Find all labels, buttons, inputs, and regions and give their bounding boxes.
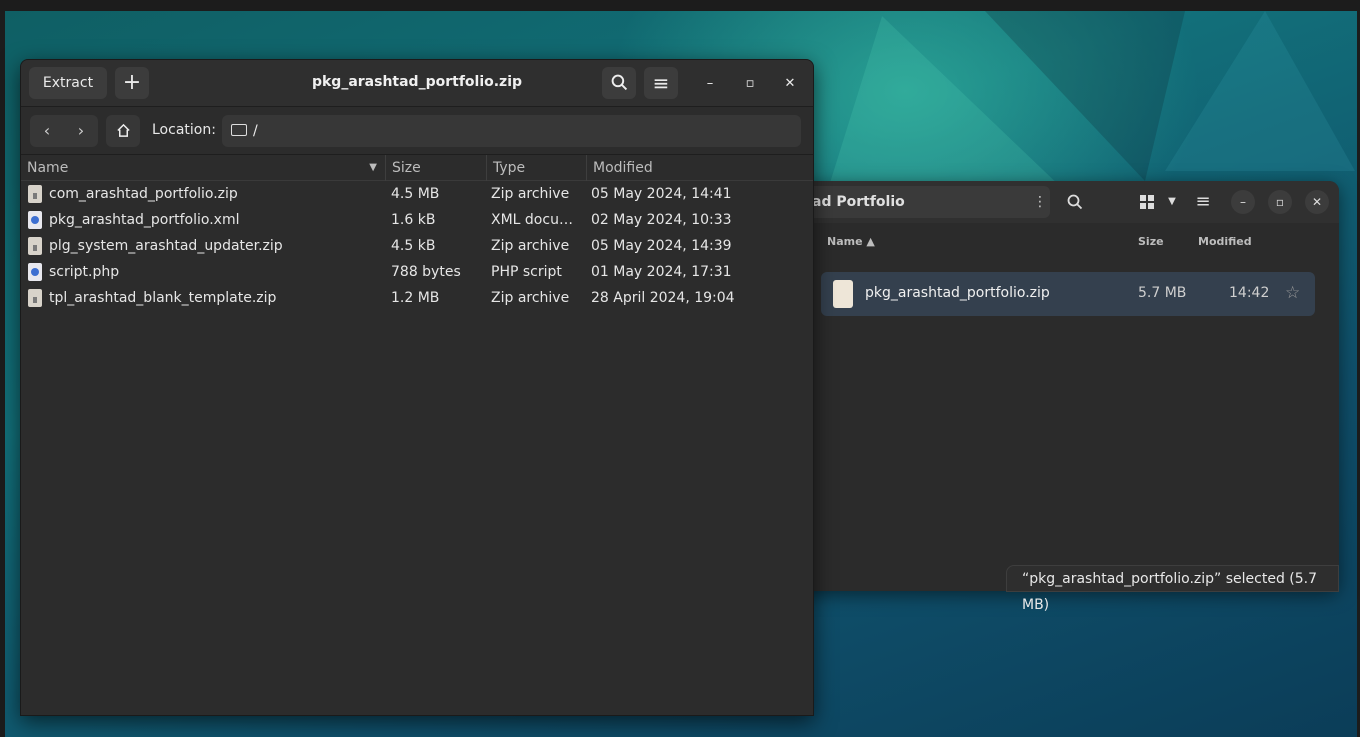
selection-status: “pkg_arashtad_portfolio.zip” selected (5… <box>1006 565 1339 613</box>
sort-desc-icon: ▼ <box>369 162 377 173</box>
home-icon[interactable] <box>106 115 140 147</box>
col-size[interactable]: Size <box>386 155 487 181</box>
table-row[interactable]: pkg_arashtad_portfolio.xml 1.6 kB XML docu… <box>21 207 813 233</box>
file-type: Zip archive <box>491 186 570 202</box>
headerbar: Extract + pkg_arashtad_portfolio.zip ≡ –… <box>21 60 813 107</box>
file-modified: 14:42 <box>1229 285 1270 301</box>
file-size: 5.7 MB <box>1138 285 1187 301</box>
php-file-icon <box>28 263 42 281</box>
minimize-icon[interactable]: – <box>698 72 722 96</box>
back-icon[interactable]: ‹ <box>30 115 64 147</box>
zip-file-icon <box>28 289 42 307</box>
table-header: Name ▼ Size Type Modified <box>21 155 813 181</box>
maximize-icon[interactable]: ▫ <box>1268 190 1292 214</box>
col-name[interactable]: Name ▲ <box>827 235 875 248</box>
minimize-icon[interactable]: – <box>1231 190 1255 214</box>
wallpaper-shape <box>985 11 1185 181</box>
files-headerbar: ad Portfolio ⋮ ▼ ≡ – ▫ ✕ <box>790 181 1339 223</box>
file-size: 4.5 MB <box>391 186 440 202</box>
location-bar: ‹ › Location: / <box>21 107 813 155</box>
file-name: com_arashtad_portfolio.zip <box>49 186 238 202</box>
file-list: com_arashtad_portfolio.zip 4.5 MB Zip arch… <box>21 181 813 311</box>
files-column-header: Name ▲ Size Modified <box>790 223 1339 257</box>
xml-file-icon <box>28 211 42 229</box>
maximize-icon[interactable]: ▫ <box>738 72 762 96</box>
path-current-folder: ad Portfolio <box>812 194 905 210</box>
menu-icon[interactable]: ≡ <box>644 67 678 99</box>
file-size: 1.2 MB <box>391 290 440 306</box>
file-modified: 05 May 2024, 14:39 <box>591 238 732 254</box>
zip-file-icon <box>833 280 853 308</box>
list-item-selected[interactable]: pkg_arashtad_portfolio.zip 5.7 MB 14:42 … <box>821 272 1315 316</box>
file-size: 788 bytes <box>391 264 461 280</box>
table-row[interactable]: plg_system_arashtad_updater.zip 4.5 kB Zip… <box>21 233 813 259</box>
wallpaper-shape <box>1165 11 1355 171</box>
location-path: / <box>253 123 258 139</box>
table-row[interactable]: script.php 788 bytes PHP script 01 May 2024… <box>21 259 813 285</box>
file-modified: 01 May 2024, 17:31 <box>591 264 732 280</box>
zip-file-icon <box>28 237 42 255</box>
view-options-chevron-icon[interactable]: ▼ <box>1157 187 1187 217</box>
file-modified: 28 April 2024, 19:04 <box>591 290 735 306</box>
col-modified[interactable]: Modified <box>587 155 813 181</box>
nav-buttons: ‹ › <box>30 115 98 147</box>
file-name: plg_system_arashtad_updater.zip <box>49 238 283 254</box>
col-type[interactable]: Type <box>487 155 587 181</box>
folder-icon <box>231 124 247 136</box>
menu-icon[interactable]: ≡ <box>1188 187 1218 217</box>
close-icon[interactable]: ✕ <box>1305 190 1329 214</box>
file-name: tpl_arashtad_blank_template.zip <box>49 290 277 306</box>
close-icon[interactable]: ✕ <box>778 72 802 96</box>
file-modified: 02 May 2024, 10:33 <box>591 212 732 228</box>
window-title: pkg_arashtad_portfolio.zip <box>311 74 523 90</box>
file-name: pkg_arashtad_portfolio.xml <box>49 212 240 228</box>
table-row[interactable]: com_arashtad_portfolio.zip 4.5 MB Zip arch… <box>21 181 813 207</box>
file-type: XML docum… <box>491 212 585 228</box>
search-icon[interactable] <box>1060 187 1090 217</box>
file-type: PHP script <box>491 264 562 280</box>
location-label: Location: <box>152 122 216 138</box>
path-bar[interactable]: ad Portfolio <box>790 186 1050 218</box>
file-size: 1.6 kB <box>391 212 436 228</box>
table-row[interactable]: tpl_arashtad_blank_template.zip 1.2 MB Zip… <box>21 285 813 311</box>
col-name[interactable]: Name ▼ <box>21 155 386 181</box>
file-type: Zip archive <box>491 290 570 306</box>
file-name: pkg_arashtad_portfolio.zip <box>865 285 1050 301</box>
zip-file-icon <box>28 185 42 203</box>
col-modified[interactable]: Modified <box>1198 235 1252 248</box>
file-name: script.php <box>49 264 120 280</box>
file-type: Zip archive <box>491 238 570 254</box>
files-window[interactable]: ad Portfolio ⋮ ▼ ≡ – ▫ ✕ Name ▲ Size Mod… <box>790 181 1339 591</box>
path-menu-icon[interactable]: ⋮ <box>1030 186 1050 218</box>
star-icon[interactable]: ☆ <box>1285 283 1300 303</box>
search-icon[interactable] <box>602 67 636 99</box>
file-modified: 05 May 2024, 14:41 <box>591 186 732 202</box>
col-size[interactable]: Size <box>1138 235 1164 248</box>
location-field[interactable]: / <box>222 115 801 147</box>
archive-manager-window[interactable]: Extract + pkg_arashtad_portfolio.zip ≡ –… <box>20 59 814 716</box>
file-size: 4.5 kB <box>391 238 436 254</box>
forward-icon[interactable]: › <box>64 115 98 147</box>
